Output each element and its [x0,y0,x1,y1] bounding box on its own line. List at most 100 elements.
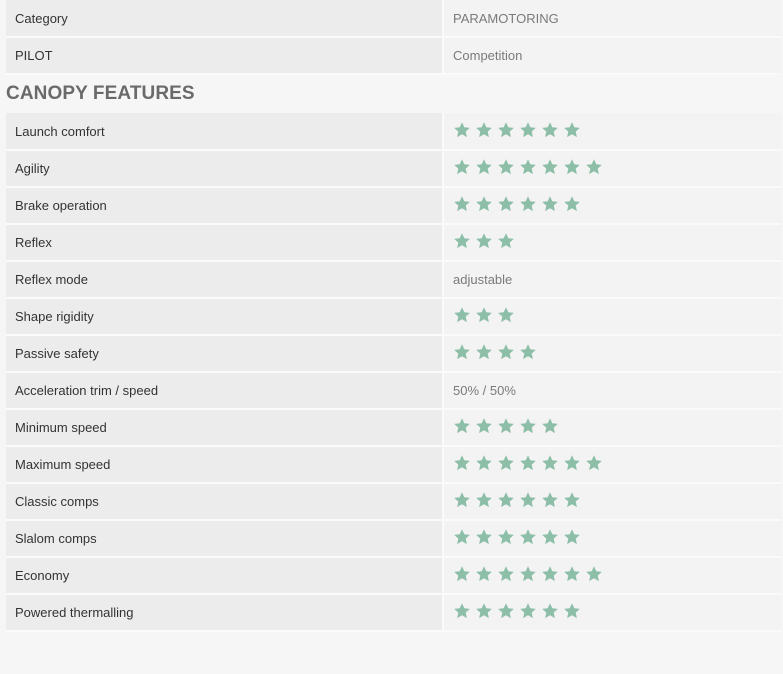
feature-row: Classic comps [6,483,782,521]
star-icon [585,158,603,176]
spec-row-category: Category PARAMOTORING [6,0,782,38]
star-icon [519,454,537,472]
star-rating [453,491,581,509]
feature-value: 50% / 50% [442,372,782,410]
feature-label: Classic comps [6,483,443,521]
star-icon [563,195,581,213]
feature-value [442,187,782,225]
star-icon [541,602,559,620]
star-icon [541,565,559,583]
star-icon [475,343,493,361]
star-icon [475,565,493,583]
star-icon [453,565,471,583]
feature-label: Shape rigidity [6,298,443,336]
feature-row: Maximum speed [6,446,782,484]
spec-label: PILOT [6,37,443,75]
star-icon [453,232,471,250]
spec-page: Category PARAMOTORING PILOT Competition … [0,0,783,674]
feature-value: adjustable [442,261,782,299]
feature-label: Reflex mode [6,261,443,299]
star-icon [497,306,515,324]
star-icon [541,528,559,546]
star-icon [563,565,581,583]
feature-row: Acceleration trim / speed 50% / 50% [6,372,782,410]
star-rating [453,528,581,546]
star-icon [453,602,471,620]
star-icon [519,158,537,176]
star-icon [563,158,581,176]
star-icon [519,343,537,361]
star-icon [563,491,581,509]
star-rating [453,417,559,435]
feature-label: Brake operation [6,187,443,225]
feature-value [442,446,782,484]
star-icon [475,491,493,509]
feature-label: Launch comfort [6,113,443,151]
feature-label: Slalom comps [6,520,443,558]
feature-row: Launch comfort [6,113,782,151]
star-icon [497,565,515,583]
star-icon [519,565,537,583]
spec-row-pilot: PILOT Competition [6,37,782,75]
star-icon [541,491,559,509]
star-icon [563,602,581,620]
feature-label: Minimum speed [6,409,443,447]
star-icon [475,232,493,250]
feature-value [442,594,782,632]
star-icon [497,195,515,213]
feature-value [442,224,782,262]
feature-label: Powered thermalling [6,594,443,632]
header-table: Category PARAMOTORING PILOT Competition [6,0,782,75]
star-icon [453,454,471,472]
star-icon [497,417,515,435]
star-icon [541,417,559,435]
star-icon [497,158,515,176]
star-icon [453,158,471,176]
feature-label: Economy [6,557,443,595]
star-icon [519,602,537,620]
star-icon [453,491,471,509]
features-table: Launch comfort Agility Brake operation Refl… [6,113,782,632]
star-icon [497,343,515,361]
star-icon [475,306,493,324]
star-rating [453,121,581,139]
star-icon [519,528,537,546]
feature-row: Shape rigidity [6,298,782,336]
star-icon [453,195,471,213]
star-icon [585,454,603,472]
star-icon [453,528,471,546]
feature-value [442,298,782,336]
star-icon [475,121,493,139]
star-icon [497,602,515,620]
feature-value [442,335,782,373]
feature-value [442,113,782,151]
star-icon [475,602,493,620]
star-icon [541,158,559,176]
feature-text-value: 50% / 50% [453,383,516,398]
section-heading-canopy-features: CANOPY FEATURES [6,83,195,104]
star-rating [453,158,603,176]
star-icon [497,528,515,546]
feature-row: Agility [6,150,782,188]
feature-value [442,483,782,521]
star-icon [541,195,559,213]
feature-row: Minimum speed [6,409,782,447]
star-icon [585,565,603,583]
star-icon [497,121,515,139]
feature-label: Agility [6,150,443,188]
feature-value [442,150,782,188]
feature-row: Brake operation [6,187,782,225]
feature-row: Economy [6,557,782,595]
feature-text-value: adjustable [453,272,513,287]
spec-value: Competition [442,37,782,75]
star-icon [563,454,581,472]
star-icon [475,454,493,472]
star-icon [541,121,559,139]
feature-value [442,409,782,447]
feature-value [442,557,782,595]
star-rating [453,306,515,324]
star-icon [475,158,493,176]
star-icon [519,195,537,213]
star-rating [453,343,537,361]
star-icon [475,417,493,435]
